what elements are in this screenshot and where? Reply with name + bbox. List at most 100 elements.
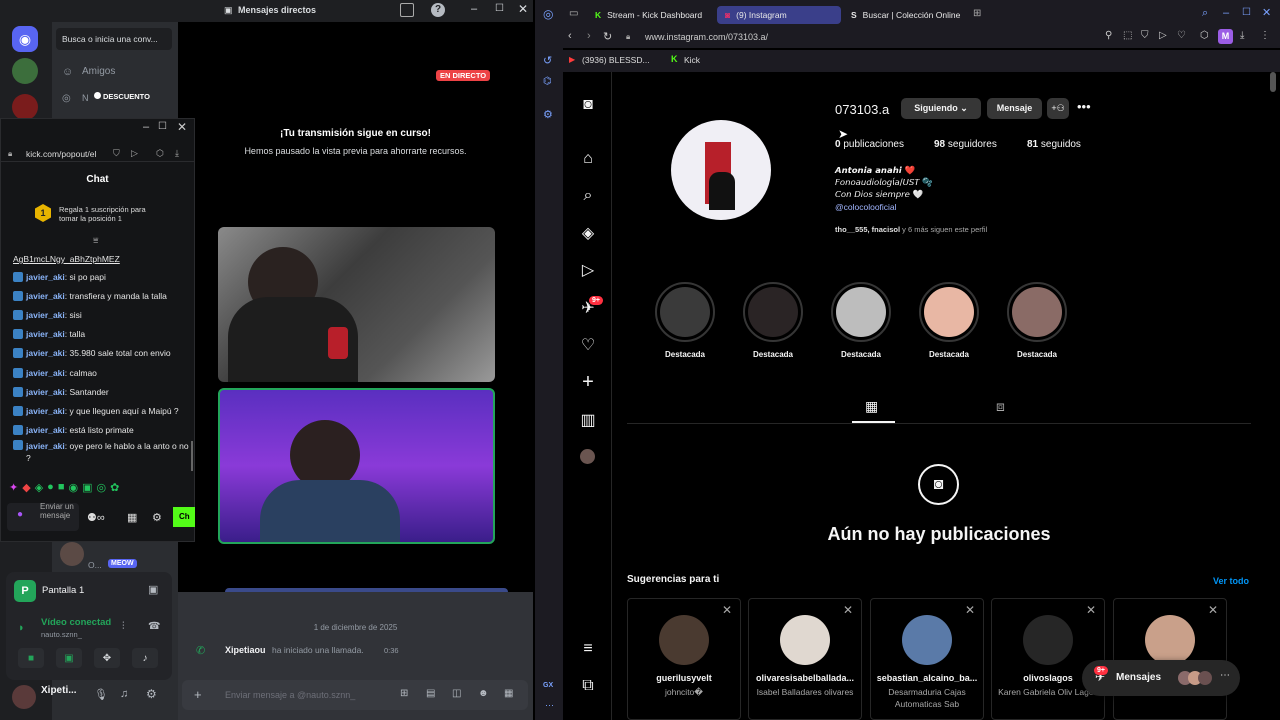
emote-icon[interactable]: ▣ xyxy=(82,481,92,497)
followers-count[interactable]: 98 seguidores xyxy=(934,139,997,150)
mic-icon[interactable]: 🎙︎ xyxy=(94,688,108,701)
tab-coleccion[interactable]: S Buscar | Colección Online xyxy=(843,6,971,24)
profile-avatar[interactable]: M xyxy=(1218,29,1233,44)
avatar[interactable] xyxy=(659,615,709,665)
minimize-icon[interactable]: – xyxy=(1223,7,1229,19)
add-user-icon[interactable]: +⚇ xyxy=(1047,98,1069,119)
emote-bar[interactable]: ✦ ◆ ◈ ● ■ ◉ ▣ ◎ ✿ xyxy=(9,481,179,497)
voice-channel-name[interactable]: Pantalla 1 xyxy=(42,585,84,596)
activities-button[interactable]: ✥ xyxy=(94,648,120,668)
send-icon[interactable]: ▷ xyxy=(1159,30,1167,41)
store-icon[interactable]: ▦ xyxy=(127,511,137,524)
explore-icon[interactable]: ◈ xyxy=(578,223,598,243)
download-icon[interactable]: ⤓ xyxy=(175,148,179,159)
minimize-icon[interactable]: – xyxy=(143,121,149,133)
people-icon[interactable]: ⚉∞ xyxy=(87,511,105,524)
chat-username[interactable]: javier_aki xyxy=(26,329,65,339)
ai-icon[interactable]: ⌬ xyxy=(543,76,552,87)
chat-input[interactable]: ● Enviar un mensaje xyxy=(7,502,79,531)
avatar[interactable] xyxy=(1023,615,1073,665)
message-input[interactable]: Enviar mensaje a @nauto.sznn_ xyxy=(225,690,355,700)
search-input[interactable]: Busca o inicia una conv... xyxy=(56,28,172,50)
dismiss-icon[interactable]: ✕ xyxy=(722,603,732,617)
apps-icon[interactable]: ▦ xyxy=(504,688,513,699)
highlight[interactable]: Destacada xyxy=(743,282,803,359)
back-icon[interactable]: ‹ xyxy=(568,30,572,42)
dm-initial[interactable]: N xyxy=(82,93,89,103)
emote-icon[interactable]: ✿ xyxy=(110,481,119,497)
chat-username[interactable]: javier_aki xyxy=(26,291,65,301)
scrollbar[interactable] xyxy=(191,441,193,471)
more-options-icon[interactable]: ••• xyxy=(1077,99,1091,114)
video-tile-2[interactable] xyxy=(218,388,495,544)
gift-icon[interactable]: ⊞ xyxy=(400,688,408,699)
reels-icon[interactable]: ▷ xyxy=(578,260,598,280)
dashboard-icon[interactable]: ▥ xyxy=(578,410,598,430)
emote-icon[interactable]: ✦ xyxy=(9,481,18,497)
suggestion-card[interactable]: ✕ sebastian_alcaino_ba... Desarmaduria Caj… xyxy=(870,598,984,720)
suggestion-card[interactable]: ✕ guerilusyvelt johncito� xyxy=(627,598,741,720)
maximize-icon[interactable]: ☐ xyxy=(1242,7,1251,18)
chat-username[interactable]: javier_aki xyxy=(26,272,65,282)
kick-url[interactable]: kick.com/popout/el xyxy=(26,149,96,159)
grid-icon[interactable]: ▦ xyxy=(865,398,878,415)
headphones-icon[interactable]: ♫ xyxy=(120,688,128,700)
close-icon[interactable]: ✕ xyxy=(177,120,187,134)
chat-username[interactable]: javier_aki xyxy=(26,368,65,378)
emote-icon[interactable]: ◆ xyxy=(22,481,30,497)
following-count[interactable]: 81 seguidos xyxy=(1027,139,1081,150)
search-icon[interactable]: ⌕ xyxy=(578,186,598,206)
settings-icon[interactable]: ⚙ xyxy=(146,687,157,701)
avatar[interactable] xyxy=(12,685,36,709)
noise-icon[interactable]: ⫶ xyxy=(122,621,125,632)
dismiss-icon[interactable]: ✕ xyxy=(1086,603,1096,617)
shield-icon[interactable]: ⛉ xyxy=(113,148,120,159)
plus-icon[interactable]: + xyxy=(194,687,202,702)
mic-icon[interactable]: ● xyxy=(17,509,23,520)
chat-username[interactable]: javier_aki xyxy=(26,387,65,397)
emote-icon[interactable]: ◎ xyxy=(96,481,106,497)
gif-icon[interactable]: ▤ xyxy=(426,688,435,699)
messages-pill[interactable]: ✈ 9+ Mensajes ⋯ xyxy=(1082,660,1240,696)
extensions-icon[interactable]: ⬡ xyxy=(1200,30,1209,41)
shield-icon[interactable]: ⛉ xyxy=(1141,30,1149,41)
emote-icon[interactable]: ■ xyxy=(58,481,65,497)
screenshot-icon[interactable]: ⬚ xyxy=(1123,30,1132,41)
url-field[interactable]: www.instagram.com/073103.a/ xyxy=(645,32,768,42)
server-icon[interactable] xyxy=(12,58,38,84)
bookmark-kick[interactable]: Kick xyxy=(684,55,700,65)
call-user[interactable]: Xipetiaou xyxy=(225,645,266,655)
message-button[interactable]: Mensaje xyxy=(987,98,1042,119)
chat-username[interactable]: javier_aki xyxy=(26,310,65,320)
user-name[interactable]: Xipeti... xyxy=(41,685,77,696)
chat-username[interactable]: javier_aki xyxy=(26,348,65,358)
emote-icon[interactable]: ● xyxy=(47,481,54,497)
close-icon[interactable]: ✕ xyxy=(518,2,528,16)
video-tile-1[interactable] xyxy=(218,227,495,382)
settings-icon[interactable]: ⚙ xyxy=(543,108,553,121)
gx-icon[interactable]: GX xyxy=(543,682,553,689)
reload-icon[interactable]: ↻ xyxy=(603,30,612,43)
tab-instagram[interactable]: ◙ (9) Instagram xyxy=(717,6,841,24)
maximize-icon[interactable]: ☐ xyxy=(495,3,504,14)
screen-button[interactable]: ▣ xyxy=(56,648,82,668)
more-icon[interactable]: ⋯ xyxy=(545,700,554,711)
followed-by[interactable]: tho__555, fnacisol y 6 más siguen este p… xyxy=(835,225,987,234)
camera-button[interactable]: ■ xyxy=(18,648,44,668)
highlight[interactable]: Destacada xyxy=(831,282,891,359)
emote-icon[interactable]: ◈ xyxy=(35,481,43,497)
threads-icon[interactable]: ⧉ xyxy=(578,676,598,696)
screen-share-icon[interactable]: ▣ xyxy=(148,583,158,596)
chat-send-button[interactable]: Ch xyxy=(173,507,195,527)
suggestion-card[interactable]: ✕ xyxy=(1113,598,1227,720)
create-icon[interactable]: + xyxy=(578,371,598,393)
workspaces-icon[interactable]: ▭ xyxy=(569,8,578,19)
see-all-link[interactable]: Ver todo xyxy=(1213,576,1249,586)
chat-username[interactable]: javier_aki xyxy=(26,441,65,451)
profile-picture[interactable] xyxy=(671,120,771,220)
bio-mention[interactable]: @colocolooficial xyxy=(835,202,897,212)
new-tab-icon[interactable]: ⊞ xyxy=(973,8,981,19)
avatar[interactable] xyxy=(1145,615,1195,665)
avatar[interactable] xyxy=(60,542,84,566)
home-icon[interactable]: ⌂ xyxy=(578,149,598,169)
